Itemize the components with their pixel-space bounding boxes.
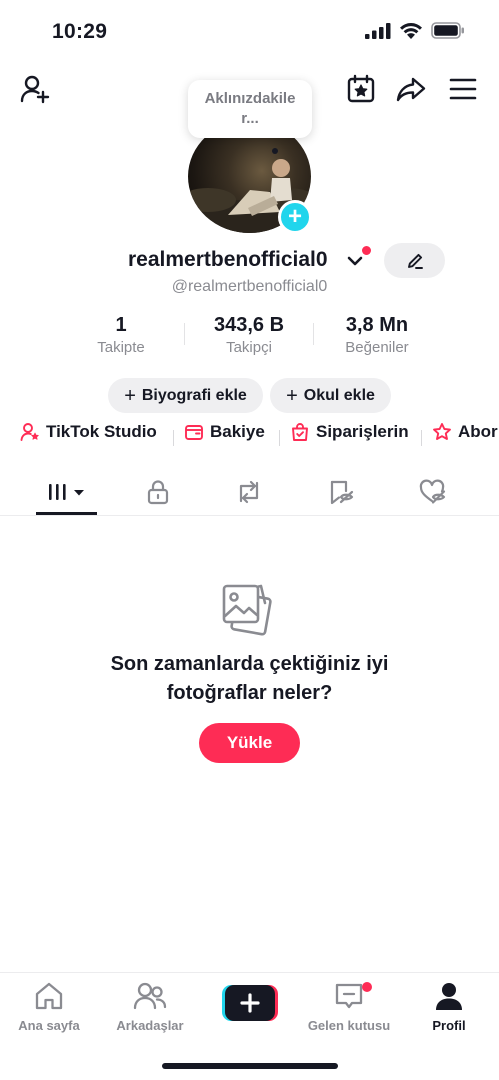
shortcut-subscription[interactable]: Abor: [432, 422, 498, 442]
home-icon: [35, 982, 63, 1010]
empty-state-title: Son zamanlarda çektiğiniz iyi fotoğrafla…: [0, 650, 499, 708]
add-avatar-button[interactable]: +: [278, 200, 312, 234]
chevron-down-icon[interactable]: [346, 252, 364, 270]
tooltip-text: Aklınızdakiler...: [204, 90, 296, 127]
lock-icon: [147, 480, 169, 505]
shortcut-label: Bakiye: [210, 422, 265, 441]
calendar-star-icon[interactable]: [344, 72, 378, 106]
grid-icon: [48, 484, 84, 500]
bookmark-hidden-icon: [330, 480, 354, 505]
shopping-bag-icon: [292, 423, 308, 441]
create-plus-icon: [222, 985, 278, 1021]
stat-value: 3,8 Mn: [345, 314, 409, 336]
repost-icon: [239, 480, 259, 504]
nav-label: Profil: [432, 1018, 466, 1033]
tab-reposts[interactable]: [219, 470, 279, 514]
tab-videos[interactable]: [36, 470, 97, 514]
pencil-icon: [407, 253, 423, 269]
notification-dot: [362, 246, 371, 255]
add-bio-button[interactable]: + Biyografi ekle: [108, 378, 263, 413]
upload-button[interactable]: Yükle: [199, 723, 300, 763]
subscription-star-icon: [433, 423, 451, 440]
stat-divider: [184, 323, 185, 345]
status-icons: [365, 22, 465, 39]
stat-divider: [313, 323, 314, 345]
status-time: 10:29: [52, 20, 108, 43]
inbox-badge: [362, 982, 372, 992]
shortcut-label: TikTok Studio: [46, 422, 157, 441]
wifi-icon: [400, 23, 422, 39]
nav-friends[interactable]: Arkadaşlar: [105, 981, 195, 1033]
stat-label: Takipte: [97, 339, 145, 356]
signal-icon: [365, 22, 391, 39]
add-school-label: Okul ekle: [303, 386, 375, 404]
status-tooltip[interactable]: Aklınızdakiler...: [188, 80, 312, 138]
shortcut-balance[interactable]: Bakiye: [184, 422, 265, 442]
empty-state-title-line2: fotoğraflar neler?: [166, 682, 333, 704]
plus-icon: +: [286, 384, 298, 407]
shortcut-label: Siparişlerin: [316, 422, 409, 441]
share-icon[interactable]: [394, 72, 428, 106]
add-school-button[interactable]: + Okul ekle: [270, 378, 391, 413]
stat-value: 343,6 B: [213, 314, 285, 336]
photos-icon: [220, 578, 278, 641]
content-tabs: [0, 470, 499, 516]
username[interactable]: realmertbenofficial0: [128, 248, 328, 272]
person-star-icon: [20, 423, 39, 441]
nav-inbox[interactable]: Gelen kutusu: [304, 981, 394, 1033]
shortcut-divider: [173, 430, 174, 446]
profile-icon: [436, 983, 462, 1010]
home-indicator: [162, 1063, 338, 1069]
heart-hidden-icon: [419, 479, 446, 504]
shortcut-divider: [279, 430, 280, 446]
nav-label: Gelen kutusu: [307, 1018, 391, 1033]
tab-private[interactable]: [128, 470, 188, 514]
battery-icon: [431, 22, 464, 39]
nav-profile[interactable]: Profil: [404, 981, 494, 1033]
menu-icon[interactable]: [446, 72, 480, 106]
stat-followers[interactable]: 343,6 B Takipçi: [189, 314, 309, 356]
wallet-icon: [185, 425, 203, 440]
edit-profile-button[interactable]: [384, 243, 445, 278]
stat-likes[interactable]: 3,8 Mn Beğeniler: [317, 314, 437, 356]
empty-state-title-line1: Son zamanlarda çektiğiniz iyi: [110, 653, 389, 675]
nav-label: Arkadaşlar: [116, 1018, 184, 1033]
inbox-icon: [335, 983, 363, 1009]
nav-label: Ana sayfa: [18, 1018, 80, 1033]
stat-label: Beğeniler: [345, 339, 409, 356]
shortcut-orders[interactable]: Siparişlerin: [290, 422, 409, 442]
shortcut-tiktok-studio[interactable]: TikTok Studio: [20, 422, 157, 442]
shortcut-label: Abor: [458, 422, 498, 441]
add-friend-icon[interactable]: [18, 72, 52, 106]
tooltip-tail: [272, 148, 278, 154]
add-bio-label: Biyografi ekle: [141, 386, 247, 404]
shortcut-divider: [421, 430, 422, 446]
create-button[interactable]: [222, 985, 278, 1021]
stat-label: Takipçi: [226, 339, 272, 356]
active-tab-indicator: [36, 512, 97, 515]
stat-value: 1: [115, 314, 127, 336]
stat-following[interactable]: 1 Takipte: [61, 314, 181, 356]
shortcut-row: TikTok Studio Bakiye Siparişlerin Abor: [0, 422, 499, 452]
plus-icon: +: [124, 384, 136, 407]
nav-home[interactable]: Ana sayfa: [4, 981, 94, 1033]
tab-saved[interactable]: [311, 470, 371, 514]
friends-icon: [133, 982, 167, 1010]
tab-liked[interactable]: [403, 470, 463, 514]
user-handle: @realmertbenofficial0: [171, 278, 328, 295]
